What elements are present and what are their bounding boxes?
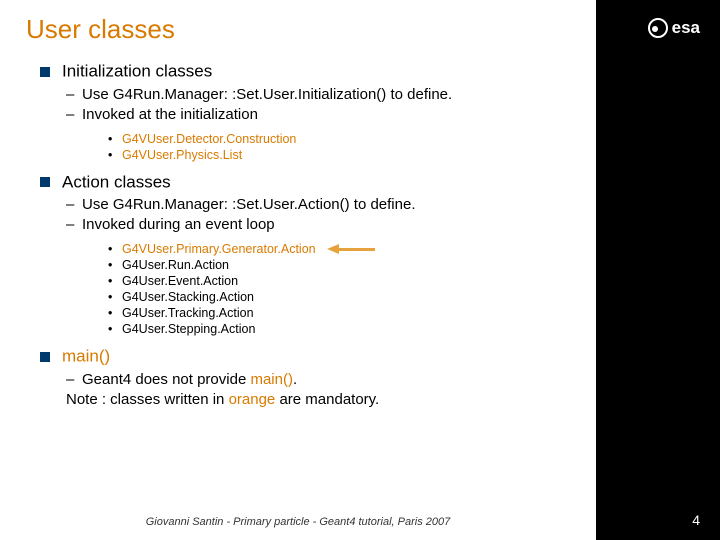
action-item: G4User.Stepping.Action: [26, 322, 570, 336]
action-item: G4User.Run.Action: [26, 258, 570, 272]
esa-logo: esa: [648, 18, 700, 38]
esa-circle-icon: [648, 18, 668, 38]
slide-footer: Giovanni Santin - Primary particle - Gea…: [0, 516, 596, 528]
init-item: G4VUser.Physics.List: [26, 148, 570, 162]
action-item: G4User.Tracking.Action: [26, 306, 570, 320]
section-init-heading: Initialization classes: [26, 61, 570, 82]
square-bullet-icon: [40, 67, 50, 77]
action-item: G4User.Event.Action: [26, 274, 570, 288]
main-note: Note : classes written in orange are man…: [26, 391, 570, 408]
section-main-heading: main(): [26, 346, 570, 367]
action-sub-2: Invoked during an event loop: [26, 216, 570, 233]
init-sub-1: Use G4Run.Manager: :Set.User.Initializat…: [26, 86, 570, 103]
action-sub-1: Use G4Run.Manager: :Set.User.Action() to…: [26, 196, 570, 213]
slide-content: User classes Initialization classes Use …: [0, 0, 596, 540]
main-sub-1: Geant4 does not provide main().: [26, 371, 570, 388]
square-bullet-icon: [40, 352, 50, 362]
section-action-heading: Action classes: [26, 172, 570, 193]
action-item: G4User.Stacking.Action: [26, 290, 570, 304]
page-number: 4: [692, 512, 700, 528]
action-item: G4VUser.Primary.Generator.Action: [26, 242, 570, 256]
arrow-left-icon: [327, 246, 375, 253]
init-sub-2: Invoked at the initialization: [26, 106, 570, 123]
init-item: G4VUser.Detector.Construction: [26, 132, 570, 146]
square-bullet-icon: [40, 177, 50, 187]
slide-title: User classes: [26, 14, 570, 45]
esa-logo-text: esa: [672, 18, 700, 38]
